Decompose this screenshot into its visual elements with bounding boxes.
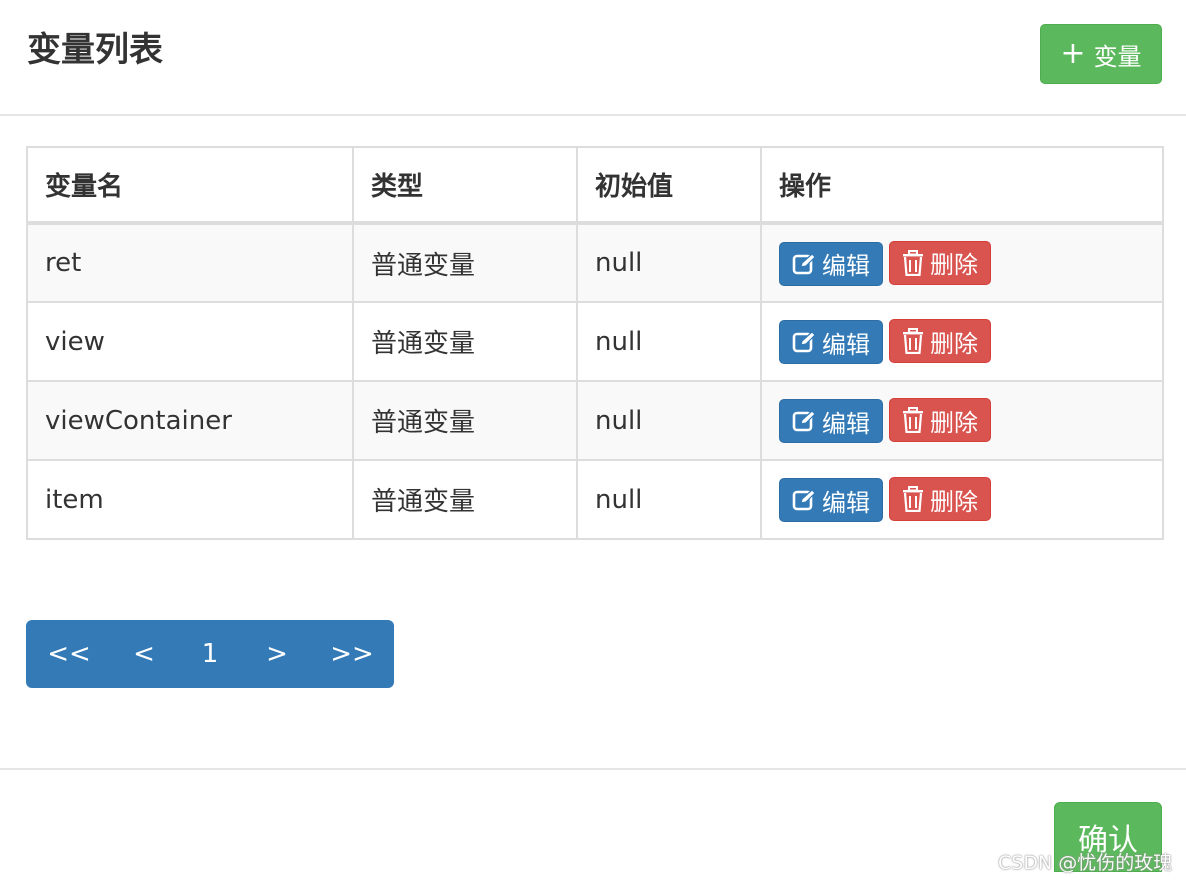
variable-name-cell: viewContainer — [26, 380, 354, 461]
variable-table: 变量名 类型 初始值 操作 ret 普通变量 null 编辑 删除 view 普通变量 nul… — [26, 146, 1164, 540]
page-title: 变量列表 — [27, 30, 163, 70]
actions-cell: 编辑 删除 — [760, 459, 1164, 540]
variable-type-cell: 普通变量 — [352, 301, 578, 382]
variable-name-cell: item — [26, 459, 354, 540]
table-header-row: 变量名 类型 初始值 操作 — [26, 146, 1164, 225]
table-row: item 普通变量 null 编辑 删除 — [26, 459, 1164, 540]
trash-icon — [903, 486, 923, 512]
delete-label: 删除 — [930, 408, 978, 437]
variable-initial-cell: null — [576, 301, 762, 382]
table-row: ret 普通变量 null 编辑 删除 — [26, 222, 1164, 303]
variable-name-cell: ret — [26, 222, 354, 303]
actions-cell: 编辑 删除 — [760, 222, 1164, 303]
variable-type-cell: 普通变量 — [352, 380, 578, 461]
page-next-button[interactable]: > — [244, 639, 310, 669]
delete-label: 删除 — [930, 329, 978, 358]
watermark: CSDN @忧伤的玫瑰 — [998, 852, 1173, 874]
add-variable-label: 变量 — [1093, 42, 1142, 71]
edit-label: 编辑 — [822, 252, 870, 280]
delete-label: 删除 — [930, 487, 978, 516]
trash-icon — [903, 249, 923, 276]
delete-button[interactable]: 删除 — [889, 319, 991, 363]
delete-button[interactable]: 删除 — [889, 477, 991, 521]
column-header-initial: 初始值 — [576, 146, 762, 225]
pagination: << < 1 > >> — [26, 620, 394, 688]
variable-type-cell: 普通变量 — [352, 222, 578, 303]
edit-icon — [792, 489, 816, 511]
edit-label: 编辑 — [822, 409, 870, 438]
edit-icon — [792, 331, 816, 353]
column-header-type: 类型 — [352, 146, 578, 225]
page-prev-button[interactable]: < — [112, 639, 176, 669]
variable-initial-cell: null — [576, 222, 762, 303]
plus-icon: + — [1060, 36, 1086, 71]
table-row: view 普通变量 null 编辑 删除 — [26, 301, 1164, 382]
trash-icon — [903, 328, 923, 354]
dialog-header: 变量列表 + 变量 — [0, 0, 1186, 116]
delete-label: 删除 — [930, 251, 978, 279]
delete-button[interactable]: 删除 — [889, 240, 991, 285]
delete-button[interactable]: 删除 — [889, 398, 991, 442]
edit-icon — [792, 410, 816, 432]
edit-button[interactable]: 编辑 — [779, 320, 883, 364]
variable-initial-cell: null — [576, 459, 762, 540]
page-last-button[interactable]: >> — [310, 639, 394, 669]
edit-button[interactable]: 编辑 — [779, 241, 883, 286]
actions-cell: 编辑 删除 — [760, 380, 1164, 461]
variable-initial-cell: null — [576, 380, 762, 461]
variable-name-cell: view — [26, 301, 354, 382]
trash-icon — [903, 407, 923, 433]
add-variable-button[interactable]: + 变量 — [1040, 24, 1162, 84]
table-row: viewContainer 普通变量 null 编辑 删除 — [26, 380, 1164, 461]
variable-type-cell: 普通变量 — [352, 459, 578, 540]
edit-label: 编辑 — [822, 488, 870, 517]
variable-list-dialog: 变量列表 + 变量 变量名 类型 初始值 操作 ret 普通变量 null 编辑 删除 v… — [0, 0, 1186, 880]
page-number-1[interactable]: 1 — [176, 639, 244, 669]
actions-cell: 编辑 删除 — [760, 301, 1164, 382]
edit-icon — [792, 252, 816, 274]
edit-button[interactable]: 编辑 — [779, 399, 883, 443]
page-first-button[interactable]: << — [26, 639, 112, 669]
edit-button[interactable]: 编辑 — [779, 478, 883, 522]
column-header-name: 变量名 — [26, 146, 354, 225]
edit-label: 编辑 — [822, 330, 870, 359]
column-header-actions: 操作 — [760, 146, 1164, 225]
